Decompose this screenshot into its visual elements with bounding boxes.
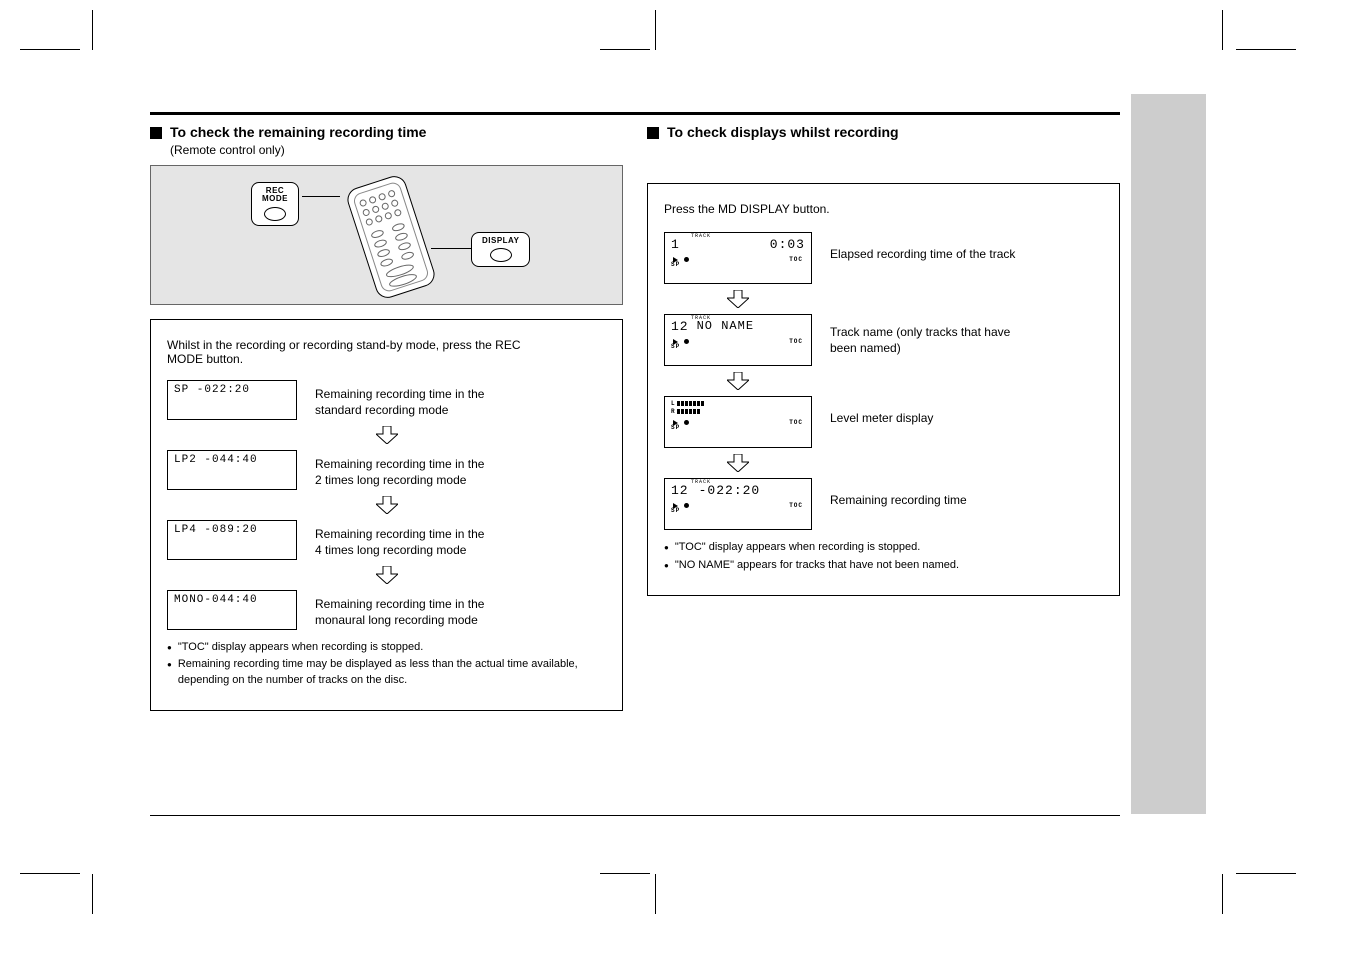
arrow-down-icon	[727, 290, 749, 308]
notes-list: "TOC" display appears when recording is …	[167, 640, 606, 688]
lcd-track-number: 1	[671, 237, 680, 252]
section-title: To check displays whilst recording	[667, 123, 899, 141]
lcd-time: 0:03	[770, 237, 805, 252]
lcd-description: Remaining recording time in the	[315, 386, 606, 402]
crop-mark	[92, 874, 93, 914]
instruction-line: Press the MD DISPLAY button.	[664, 202, 1103, 216]
lcd-description: monaural long recording mode	[315, 612, 606, 628]
lcd-description: 2 times long recording mode	[315, 472, 606, 488]
crop-mark	[600, 873, 650, 874]
page-content: To check the remaining recording time (R…	[150, 112, 1120, 711]
display-button-callout: DISPLAY	[471, 232, 530, 267]
lcd-time: -022:20	[699, 483, 761, 498]
lcd-text: MONO-044:40	[174, 593, 290, 607]
crop-mark	[1222, 874, 1223, 914]
arrow-down-icon	[376, 426, 398, 444]
note-item: Remaining recording time may be displaye…	[167, 657, 606, 688]
note-item: "NO NAME" appears for tracks that have n…	[664, 558, 1103, 573]
toc-indicator: TOC	[789, 419, 803, 426]
side-tab	[1131, 94, 1206, 814]
bottom-rule	[150, 815, 1120, 816]
lcd-display: TRACK 12 -022:20 TOC	[664, 478, 812, 530]
lcd-display: TRACK 12 NO NAME TOC	[664, 314, 812, 366]
left-column: To check the remaining recording time (R…	[150, 123, 623, 711]
lcd-description: Remaining recording time in the	[315, 526, 606, 542]
rec-mode-label-2: MODE	[262, 195, 288, 203]
lcd-text: NO NAME	[697, 319, 754, 334]
remote-illustration: REC MODE DISPLAY	[150, 165, 623, 305]
toc-indicator: TOC	[789, 502, 803, 509]
toc-indicator: TOC	[789, 338, 803, 345]
square-bullet	[150, 127, 162, 139]
lcd-description: Remaining recording time in the	[315, 456, 606, 472]
button-oval-icon	[490, 248, 512, 262]
crop-mark	[92, 10, 93, 50]
notes-list: "TOC" display appears when recording is …	[664, 540, 1103, 573]
lcd-track-tag: TRACK	[691, 233, 711, 239]
sp-indicator: SP	[671, 424, 805, 431]
sequence-box: Press the MD DISPLAY button. TRACK 1 0:0…	[647, 183, 1120, 596]
section-title: To check the remaining recording time	[170, 123, 426, 141]
lcd-track-number: 12	[671, 483, 689, 498]
instruction-line: MODE button.	[167, 352, 606, 366]
lcd-display: L	[664, 396, 812, 448]
remote-icon	[331, 172, 451, 302]
crop-mark	[655, 874, 656, 914]
sp-indicator: SP	[671, 343, 805, 350]
right-column: To check displays whilst recording Press…	[647, 123, 1120, 711]
crop-mark	[20, 873, 80, 874]
lcd-display: LP2 -044:40	[167, 450, 297, 490]
sp-indicator: SP	[671, 507, 805, 514]
section-subtitle: (Remote control only)	[170, 143, 426, 159]
lcd-description: standard recording mode	[315, 402, 606, 418]
crop-mark	[655, 10, 656, 50]
lcd-text: LP4 -089:20	[174, 523, 290, 537]
square-bullet	[647, 127, 659, 139]
crop-mark	[1222, 10, 1223, 50]
arrow-down-icon	[727, 454, 749, 472]
lcd-description: Track name (only tracks that have	[830, 324, 1103, 340]
section-heading: To check displays whilst recording	[647, 123, 1120, 141]
section-heading: To check the remaining recording time (R…	[150, 123, 623, 159]
crop-mark	[600, 49, 650, 50]
lcd-track-number: 12	[671, 319, 689, 334]
lcd-text: LP2 -044:40	[174, 453, 290, 467]
arrow-down-icon	[376, 566, 398, 584]
lcd-description: Elapsed recording time of the track	[830, 246, 1103, 262]
note-item: "TOC" display appears when recording is …	[167, 640, 606, 655]
lcd-description: been named)	[830, 340, 1103, 356]
display-label: DISPLAY	[482, 237, 519, 245]
rec-mode-button-callout: REC MODE	[251, 182, 299, 226]
lcd-description: Remaining recording time	[830, 492, 1103, 508]
lcd-description: Remaining recording time in the	[315, 596, 606, 612]
sp-indicator: SP	[671, 261, 805, 268]
manual-page: To check the remaining recording time (R…	[0, 0, 1351, 954]
lcd-display: LP4 -089:20	[167, 520, 297, 560]
lcd-description: 4 times long recording mode	[315, 542, 606, 558]
arrow-down-icon	[376, 496, 398, 514]
button-oval-icon	[264, 207, 286, 221]
lcd-track-tag: TRACK	[691, 315, 711, 321]
top-rule	[150, 112, 1120, 115]
toc-indicator: TOC	[789, 256, 803, 263]
crop-mark	[1236, 49, 1296, 50]
crop-mark	[20, 49, 80, 50]
note-item: "TOC" display appears when recording is …	[664, 540, 1103, 555]
lcd-track-tag: TRACK	[691, 479, 711, 485]
sequence-box: Whilst in the recording or recording sta…	[150, 319, 623, 711]
lcd-display: MONO-044:40	[167, 590, 297, 630]
crop-mark	[1236, 873, 1296, 874]
lcd-description: Level meter display	[830, 410, 1103, 426]
arrow-down-icon	[727, 372, 749, 390]
instruction-line: Whilst in the recording or recording sta…	[167, 338, 606, 352]
lcd-text: SP -022:20	[174, 383, 290, 397]
lcd-display: TRACK 1 0:03 TOC	[664, 232, 812, 284]
lcd-display: SP -022:20	[167, 380, 297, 420]
